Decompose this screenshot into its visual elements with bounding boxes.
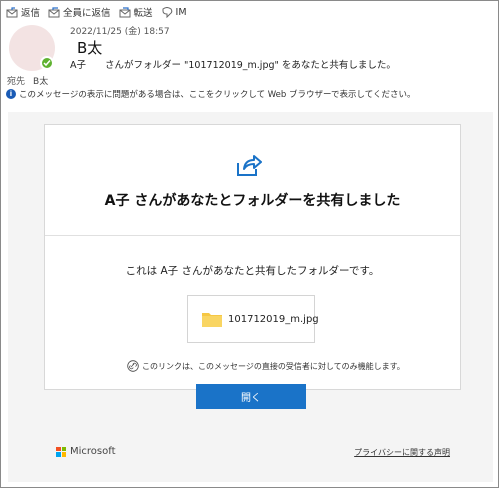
share-icon xyxy=(237,155,262,176)
info-icon: i xyxy=(6,89,16,99)
reply-all-button[interactable]: 全員に返信 xyxy=(48,4,111,20)
info-text: このメッセージの表示に問題がある場合は、ここをクリックして Web ブラウザーで… xyxy=(19,90,416,100)
forward-button[interactable]: 転送 xyxy=(119,4,153,20)
check-icon xyxy=(43,60,51,67)
reply-all-label: 全員に返信 xyxy=(63,8,111,19)
message-subject: A子 さんがフォルダー "101712019_m.jpg" をあなたと共有しまし… xyxy=(70,60,396,71)
brand-name: Microsoft xyxy=(70,446,116,457)
shared-file-tile[interactable]: 101712019_m.jpg xyxy=(187,295,319,343)
message-toolbar: 返信 全員に返信 転送 IM xyxy=(6,4,187,20)
sender-name[interactable]: B太 xyxy=(77,37,102,58)
shared-text: これは A子 さんがあなたと共有したフォルダーです。 xyxy=(125,265,380,277)
im-icon xyxy=(162,6,172,18)
reply-all-icon xyxy=(48,6,60,17)
presence-badge xyxy=(40,56,54,70)
message-date: 2022/11/25 (金) 18:57 xyxy=(70,27,170,37)
forward-icon xyxy=(119,6,131,17)
reply-label: 返信 xyxy=(21,8,41,19)
forward-label: 転送 xyxy=(133,8,153,19)
to-value[interactable]: B太 xyxy=(33,74,48,87)
im-button[interactable]: IM xyxy=(161,4,187,20)
microsoft-logo-icon xyxy=(56,446,66,457)
recipient-row: 宛先 B太 xyxy=(7,74,48,87)
open-button[interactable]: 開く xyxy=(196,384,306,409)
privacy-link[interactable]: プライバシーに関する声明 xyxy=(354,447,450,458)
card-divider xyxy=(45,235,460,236)
im-label: IM xyxy=(175,6,187,18)
reply-button[interactable]: 返信 xyxy=(6,4,40,20)
folder-icon xyxy=(202,313,222,327)
link-note-text: このリンクは、このメッセージの直接の受信者に対してのみ機能します。 xyxy=(142,361,405,371)
link-icon xyxy=(127,360,139,372)
to-label: 宛先 xyxy=(7,77,26,87)
reply-icon xyxy=(6,6,18,17)
file-name: 101712019_m.jpg xyxy=(228,313,319,325)
link-note: このリンクは、このメッセージの直接の受信者に対してのみ機能します。 xyxy=(127,360,405,372)
card-title: A子 さんがあなたとフォルダーを共有しました xyxy=(104,193,401,209)
info-bar[interactable]: i このメッセージの表示に問題がある場合は、ここをクリックして Web ブラウザ… xyxy=(6,88,416,100)
microsoft-logo: Microsoft xyxy=(56,446,116,457)
